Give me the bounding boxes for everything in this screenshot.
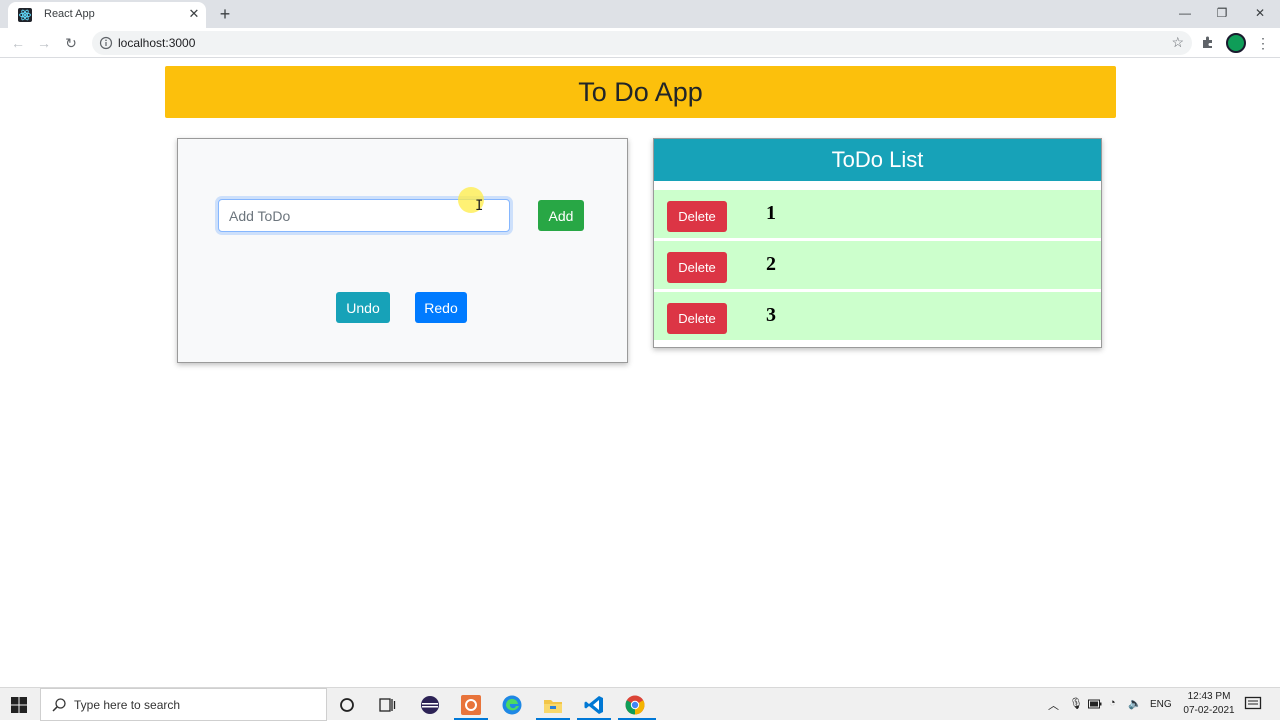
bookmark-star-icon[interactable]: ☆ (1171, 34, 1184, 51)
microphone-icon[interactable]: 🎙 (1069, 697, 1083, 710)
sublime-text-icon[interactable] (460, 694, 482, 716)
info-icon (99, 36, 113, 50)
todo-row: Delete 3 (654, 292, 1101, 340)
taskbar: Type here to search ︿ 🎙 ◔ 🔈 ENG 12:43 PM… (0, 687, 1280, 721)
back-icon[interactable]: ← (8, 33, 28, 53)
clock-time: 12:43 PM (1187, 691, 1231, 702)
react-favicon-icon (18, 8, 32, 22)
system-clock[interactable]: 12:43 PM 07-02-2021 (1178, 690, 1240, 718)
volume-icon[interactable]: 🔈 (1128, 697, 1142, 710)
browser-tab[interactable]: React App ✕ (8, 2, 206, 28)
new-tab-icon[interactable]: + (215, 4, 235, 24)
windows-start-icon[interactable] (10, 696, 28, 714)
todo-row: Delete 1 (654, 190, 1101, 238)
battery-icon[interactable] (1088, 699, 1102, 709)
search-icon (52, 698, 66, 712)
clock-date: 07-02-2021 (1183, 705, 1235, 716)
address-bar[interactable]: localhost:3000 ☆ (92, 31, 1192, 55)
profile-avatar[interactable] (1226, 33, 1246, 53)
tab-title: React App (44, 8, 95, 20)
browser-tab-bar: React App ✕ + — ❐ ✕ (0, 0, 1280, 28)
window-close-icon[interactable]: ✕ (1242, 2, 1278, 24)
redo-button[interactable]: Redo (415, 292, 467, 323)
extensions-icon[interactable] (1200, 34, 1216, 50)
close-tab-icon[interactable]: ✕ (186, 6, 202, 22)
language-indicator[interactable]: ENG (1150, 699, 1172, 710)
eclipse-icon[interactable] (419, 694, 441, 716)
cortana-icon[interactable] (336, 694, 358, 716)
taskbar-search[interactable]: Type here to search (40, 688, 327, 721)
app-title: To Do App (578, 76, 703, 107)
delete-button[interactable]: Delete (667, 252, 727, 283)
todo-row: Delete 2 (654, 241, 1101, 289)
tray-chevron-icon[interactable]: ︿ (1048, 697, 1059, 713)
search-placeholder: Type here to search (74, 698, 181, 712)
task-view-icon[interactable] (376, 694, 398, 716)
forward-icon[interactable]: → (34, 33, 54, 53)
vscode-icon[interactable] (583, 694, 605, 716)
todo-list-title: ToDo List (831, 147, 924, 172)
notifications-icon[interactable] (1244, 696, 1262, 712)
chrome-icon[interactable] (624, 694, 646, 716)
input-panel: Add Undo Redo (177, 138, 628, 363)
menu-icon[interactable]: ⋮ (1256, 33, 1270, 53)
todo-text: 3 (766, 304, 776, 326)
delete-button[interactable]: Delete (667, 303, 727, 334)
url-text: localhost:3000 (118, 36, 196, 50)
todo-list-header: ToDo List (654, 139, 1101, 181)
reload-icon[interactable]: ↻ (61, 33, 81, 53)
minimize-icon[interactable]: — (1167, 2, 1203, 24)
edge-icon[interactable] (501, 694, 523, 716)
text-cursor-icon: I (475, 198, 484, 214)
file-explorer-icon[interactable] (542, 694, 564, 716)
app-header: To Do App (165, 66, 1116, 118)
add-button[interactable]: Add (538, 200, 584, 231)
delete-button[interactable]: Delete (667, 201, 727, 232)
restore-icon[interactable]: ❐ (1204, 2, 1240, 24)
todo-text: 2 (766, 253, 776, 275)
undo-button[interactable]: Undo (336, 292, 390, 323)
todo-text: 1 (766, 202, 776, 224)
wifi-icon[interactable]: ◔ (1109, 697, 1116, 709)
browser-toolbar: ← → ↻ localhost:3000 ☆ ⋮ (0, 28, 1280, 58)
todo-list-panel: ToDo List Delete 1 Delete 2 Delete 3 (653, 138, 1102, 348)
